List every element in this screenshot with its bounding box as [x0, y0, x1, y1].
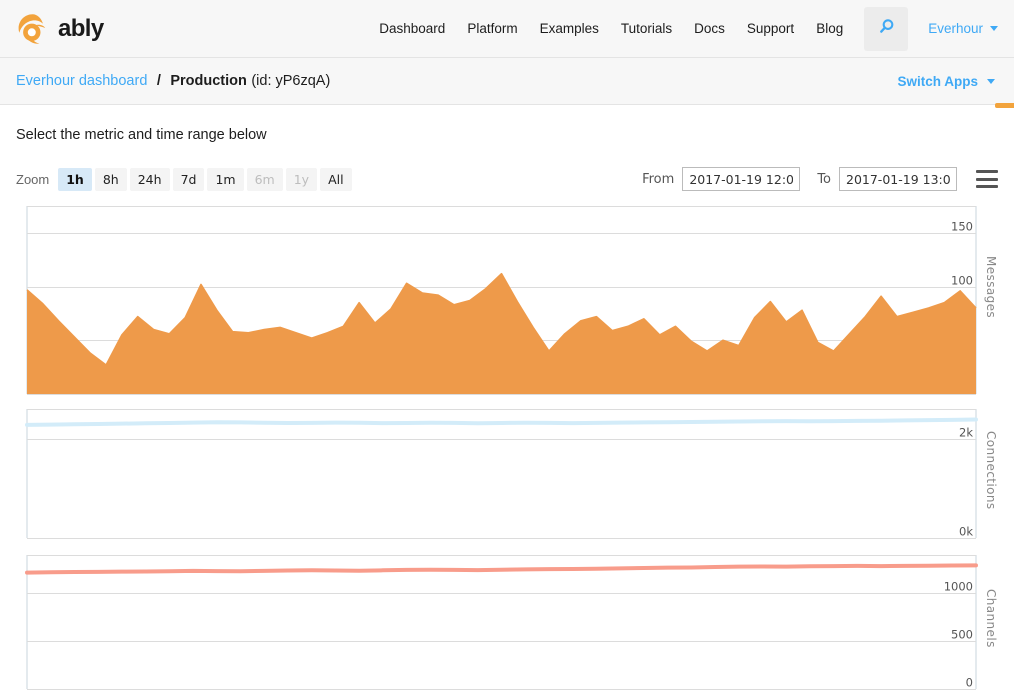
zoom-button-1h[interactable]: 1h: [58, 168, 92, 191]
from-date-input[interactable]: [682, 167, 800, 191]
breadcrumb-separator: /: [157, 73, 161, 89]
channels-axis-title: Channels: [984, 589, 998, 648]
zoom-button-24h[interactable]: 24h: [130, 168, 170, 191]
nav-link-dashboard[interactable]: Dashboard: [368, 0, 456, 58]
switch-apps-button[interactable]: Switch Apps: [897, 74, 998, 89]
metrics-chart-stack: 050100150 Messages 0k2k Connections 0500…: [0, 204, 1014, 690]
chart-panel-connections[interactable]: 0k 2k Connections: [0, 407, 1014, 547]
nav-link-blog[interactable]: Blog: [805, 0, 854, 58]
chart-panel-channels[interactable]: 0 500 1000 Channels: [0, 553, 1014, 690]
zoom-button-1y: 1y: [286, 168, 317, 191]
breadcrumb-bar: Everhour dashboard / Production (id: yP6…: [0, 58, 1014, 105]
zoom-range-buttons: 1h 8h 24h 7d 1m 6m 1y All: [58, 168, 351, 191]
zoom-button-7d[interactable]: 7d: [173, 168, 205, 191]
zoom-button-8h[interactable]: 8h: [95, 168, 127, 191]
nav-link-support[interactable]: Support: [736, 0, 805, 58]
switch-apps-label: Switch Apps: [897, 74, 978, 89]
account-label: Everhour: [928, 21, 983, 36]
brand-logo-link[interactable]: ably: [16, 13, 104, 45]
breadcrumb: Everhour dashboard / Production (id: yP6…: [16, 72, 330, 90]
nav-link-examples[interactable]: Examples: [529, 0, 610, 58]
to-date-input[interactable]: [839, 167, 957, 191]
zoom-button-6m: 6m: [247, 168, 283, 191]
svg-text:150: 150: [951, 220, 973, 234]
nav-link-tutorials[interactable]: Tutorials: [610, 0, 683, 58]
breadcrumb-link-dashboard[interactable]: Everhour dashboard: [16, 73, 147, 89]
orange-accent-tab: [995, 103, 1014, 108]
chevron-down-icon: [990, 26, 998, 31]
zoom-button-1m[interactable]: 1m: [207, 168, 243, 191]
main-nav-links: Dashboard Platform Examples Tutorials Do…: [368, 0, 1014, 57]
search-icon: [878, 18, 895, 40]
instruction-text: Select the metric and time range below: [0, 105, 1014, 143]
date-range-controls: From To: [642, 167, 998, 191]
chevron-down-icon: [987, 79, 995, 84]
nav-link-docs[interactable]: Docs: [683, 0, 736, 58]
brand-name: ably: [58, 15, 104, 43]
svg-text:1000: 1000: [944, 580, 973, 594]
zoom-button-all[interactable]: All: [320, 168, 352, 191]
chart-panel-messages[interactable]: 050100150 Messages: [0, 204, 1014, 404]
hamburger-menu-icon[interactable]: [976, 170, 998, 188]
account-menu[interactable]: Everhour: [914, 21, 1014, 36]
from-label: From: [642, 172, 674, 187]
channels-line-chart[interactable]: 0 500 1000: [0, 553, 1014, 690]
to-label: To: [817, 172, 831, 187]
chart-controls-row: Zoom 1h 8h 24h 7d 1m 6m 1y All From To: [0, 164, 1014, 194]
breadcrumb-current-app: Production: [170, 73, 247, 89]
zoom-label: Zoom: [16, 172, 49, 187]
search-button[interactable]: [864, 7, 908, 51]
ably-swirl-logo-icon: [16, 13, 48, 45]
connections-line-chart[interactable]: 0k 2k: [0, 407, 1014, 547]
breadcrumb-app-id: (id: yP6zqA): [251, 73, 330, 89]
svg-text:0: 0: [966, 676, 973, 690]
connections-axis-title: Connections: [984, 431, 998, 510]
nav-link-platform[interactable]: Platform: [456, 0, 528, 58]
messages-axis-title: Messages: [984, 256, 998, 318]
svg-text:100: 100: [951, 274, 973, 288]
svg-text:500: 500: [951, 628, 973, 642]
svg-text:2k: 2k: [959, 426, 973, 440]
top-navigation-bar: ably Dashboard Platform Examples Tutoria…: [0, 0, 1014, 58]
svg-text:0k: 0k: [959, 525, 973, 539]
messages-area-chart[interactable]: 050100150: [0, 204, 1014, 404]
